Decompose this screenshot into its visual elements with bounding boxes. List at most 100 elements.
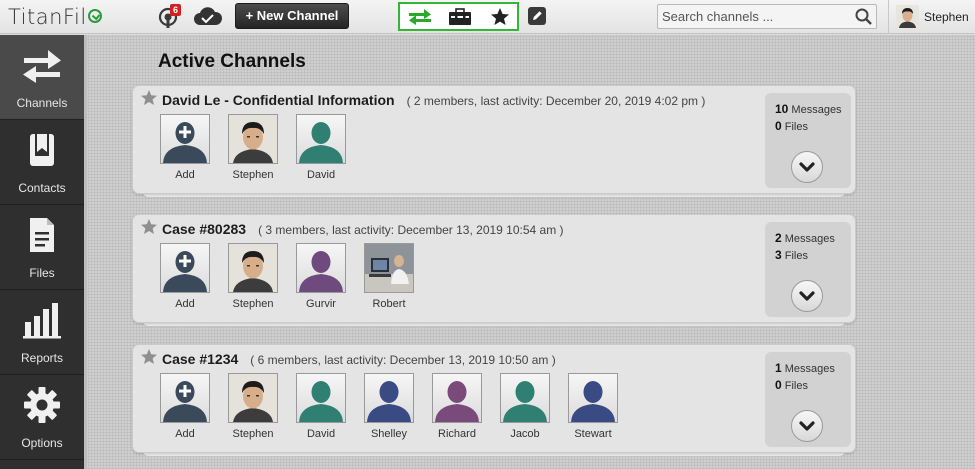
member-name: Jacob <box>510 428 540 440</box>
favorite-star-icon[interactable] <box>140 89 158 107</box>
member-tile[interactable]: Stephen <box>228 373 278 443</box>
favorite-star-icon[interactable] <box>140 218 158 236</box>
messages-count: 10 <box>775 102 789 116</box>
member-avatar <box>568 373 618 423</box>
member-avatar <box>364 243 414 293</box>
sidebar-item-contacts[interactable]: Contacts <box>0 120 84 205</box>
member-tile[interactable]: Jacob <box>500 373 550 443</box>
favorite-star-icon[interactable] <box>140 348 158 366</box>
chevron-down-icon <box>799 291 815 301</box>
main-content: Active Channels David Le - Confidential … <box>87 35 975 469</box>
gear-icon <box>24 387 60 423</box>
briefcase-icon[interactable] <box>446 7 474 27</box>
add-user-icon <box>160 243 210 293</box>
channel-card-body: Case #1234 ( 6 members, last activity: De… <box>132 344 856 453</box>
channel-card[interactable]: David Le - Confidential Information ( 2 m… <box>132 85 856 198</box>
member-tile[interactable]: Stephen <box>228 114 278 184</box>
channel-card[interactable]: Case #80283 ( 3 members, last activity: D… <box>132 214 856 327</box>
expand-channel-button[interactable] <box>791 151 823 183</box>
files-stat[interactable]: 0 Files <box>775 378 808 392</box>
view-toolbar <box>398 2 519 31</box>
edit-pencil-icon[interactable] <box>528 7 546 25</box>
star-icon[interactable] <box>486 7 514 27</box>
contacts-book-icon <box>30 134 54 166</box>
top-bar-divider <box>888 0 889 34</box>
member-name: Richard <box>438 428 476 440</box>
sidebar-item-channels[interactable]: Channels <box>0 35 84 120</box>
messages-count: 1 <box>775 361 782 375</box>
member-avatar <box>500 373 550 423</box>
member-tile[interactable]: Stephen <box>228 243 278 313</box>
messages-label: Messages <box>784 363 835 375</box>
add-user-icon <box>160 114 210 164</box>
channel-meta: ( 2 members, last activity: December 20,… <box>406 94 706 108</box>
notification-count-badge: 6 <box>170 4 182 16</box>
member-tile[interactable]: Stewart <box>568 373 618 443</box>
member-name: Stewart <box>574 428 612 440</box>
add-member-button[interactable]: Add <box>160 243 210 313</box>
sidebar-item-options[interactable]: Options <box>0 375 84 460</box>
swap-arrows-icon <box>23 50 61 83</box>
member-name: Stephen <box>232 169 274 181</box>
channel-title[interactable]: Case #1234 ( 6 members, last activity: De… <box>162 351 556 367</box>
channel-name: David Le - Confidential Information <box>162 92 395 108</box>
new-channel-button[interactable]: + New Channel <box>235 3 349 29</box>
member-name: Gurvir <box>306 298 336 310</box>
chevron-down-icon <box>799 162 815 172</box>
member-tile[interactable]: Robert <box>364 243 414 313</box>
messages-stat[interactable]: 10 Messages <box>775 102 842 116</box>
bar-chart-icon <box>23 303 61 339</box>
files-label: Files <box>784 250 808 262</box>
files-count: 3 <box>775 248 782 262</box>
member-name: Robert <box>372 298 406 310</box>
member-tile[interactable]: Gurvir <box>296 243 346 313</box>
member-name: Shelley <box>370 428 408 440</box>
expand-channel-button[interactable] <box>791 410 823 442</box>
member-avatar <box>296 243 346 293</box>
sidebar-item-reports[interactable]: Reports <box>0 290 84 375</box>
member-avatar <box>364 373 414 423</box>
search-input[interactable] <box>658 5 852 28</box>
member-name: David <box>306 428 336 440</box>
member-tile[interactable]: David <box>296 114 346 184</box>
sidebar-item-label: Options <box>21 436 63 450</box>
member-tile[interactable]: David <box>296 373 346 443</box>
channel-title[interactable]: David Le - Confidential Information ( 2 m… <box>162 92 705 108</box>
member-name: Add <box>175 298 195 310</box>
messages-label: Messages <box>784 233 835 245</box>
titanfile-logo[interactable]: TitanFil <box>8 5 102 29</box>
expand-channel-button[interactable] <box>791 280 823 312</box>
channel-title[interactable]: Case #80283 ( 3 members, last activity: D… <box>162 221 564 237</box>
sidebar-item-label: Contacts <box>18 181 66 195</box>
messages-stat[interactable]: 2 Messages <box>775 231 835 245</box>
channel-stats: 10 Messages 0 Files <box>765 93 851 188</box>
member-avatar <box>296 114 346 164</box>
swap-arrows-icon[interactable] <box>406 7 434 27</box>
document-icon <box>30 218 54 252</box>
member-tile[interactable]: Shelley <box>364 373 414 443</box>
files-count: 0 <box>775 119 782 133</box>
member-tile[interactable]: Richard <box>432 373 482 443</box>
logo-check-icon <box>87 9 102 23</box>
search-box <box>657 4 877 29</box>
channel-meta: ( 3 members, last activity: December 13,… <box>258 223 564 237</box>
member-name: Add <box>175 169 195 181</box>
add-member-button[interactable]: Add <box>160 114 210 184</box>
sidebar: Channels Contacts Files Reports Options <box>0 35 84 469</box>
messages-stat[interactable]: 1 Messages <box>775 361 835 375</box>
chevron-down-icon <box>799 421 815 431</box>
member-avatar <box>296 373 346 423</box>
member-name: David <box>306 169 336 181</box>
search-icon[interactable] <box>852 5 876 28</box>
files-stat[interactable]: 3 Files <box>775 248 808 262</box>
sidebar-item-files[interactable]: Files <box>0 205 84 290</box>
sidebar-item-label: Reports <box>20 351 64 365</box>
member-name: Add <box>175 428 195 440</box>
top-bar: TitanFil 6 + New Channel Search channels… <box>0 0 975 34</box>
member-avatar <box>228 114 278 164</box>
cloud-sync-icon[interactable] <box>193 7 223 27</box>
logo-text: TitanFil <box>8 5 87 29</box>
files-stat[interactable]: 0 Files <box>775 119 808 133</box>
add-member-button[interactable]: Add <box>160 373 210 443</box>
channel-card[interactable]: Case #1234 ( 6 members, last activity: De… <box>132 344 856 457</box>
